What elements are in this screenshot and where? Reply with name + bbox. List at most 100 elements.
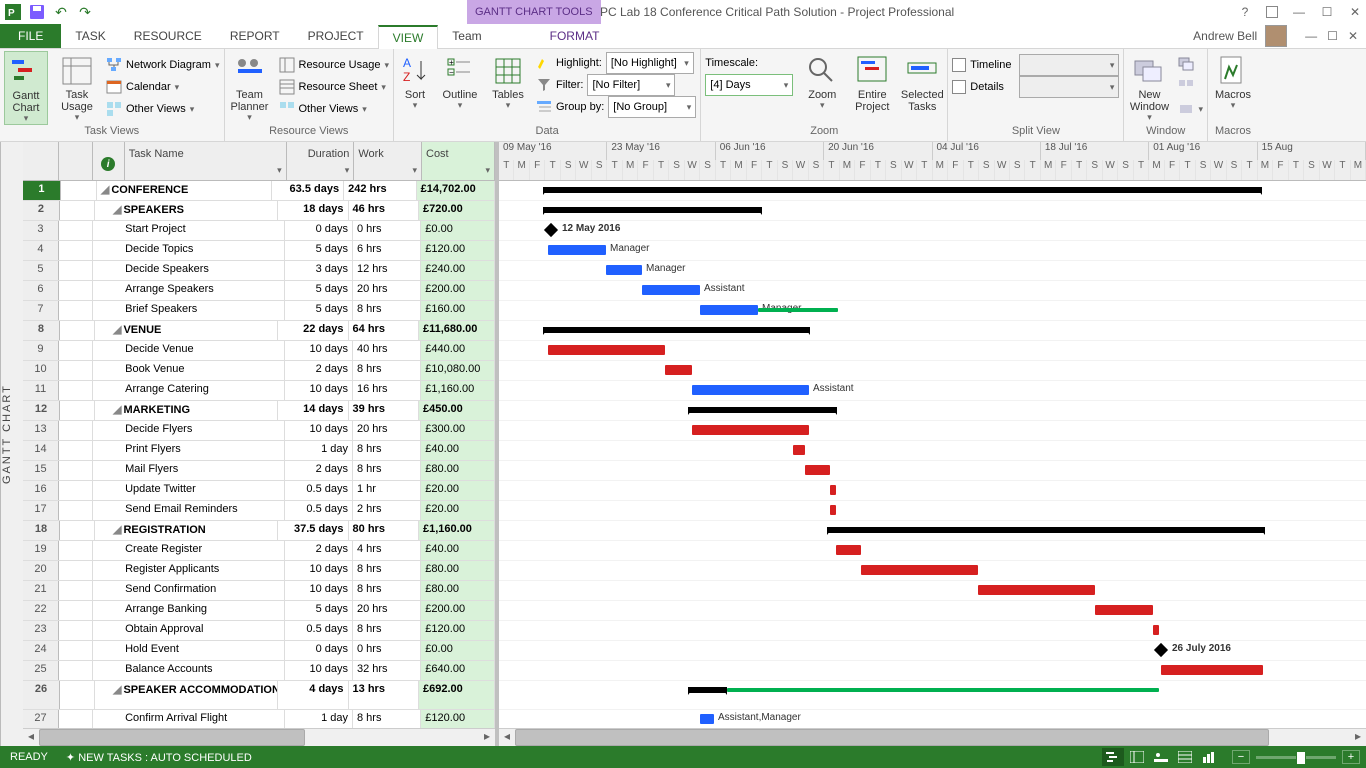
team-planner-button[interactable]: Team Planner▾ bbox=[229, 51, 271, 123]
gantt-row[interactable] bbox=[499, 541, 1366, 561]
cost-cell[interactable]: £1,160.00 bbox=[421, 381, 495, 400]
row-number[interactable]: 2 bbox=[23, 201, 60, 220]
task-bar[interactable] bbox=[548, 345, 665, 355]
gantt-row[interactable]: Assistant bbox=[499, 281, 1366, 301]
gantt-row[interactable] bbox=[499, 561, 1366, 581]
task-mode-cell[interactable] bbox=[59, 221, 93, 240]
summary-bar[interactable] bbox=[543, 187, 1262, 193]
groupby-dropdown[interactable]: [No Group]▾ bbox=[608, 96, 696, 118]
work-cell[interactable]: 40 hrs bbox=[353, 341, 421, 360]
task-mode-cell[interactable] bbox=[59, 441, 93, 460]
close-icon[interactable]: ✕ bbox=[1348, 5, 1362, 19]
task-name-cell[interactable]: Register Applicants bbox=[93, 561, 285, 580]
tab-format[interactable]: FORMAT bbox=[536, 24, 614, 48]
table-row[interactable]: 22Arrange Banking5 days20 hrs£200.00 bbox=[23, 601, 495, 621]
task-name-cell[interactable]: Create Register bbox=[93, 541, 285, 560]
table-row[interactable]: 14Print Flyers1 day8 hrs£40.00 bbox=[23, 441, 495, 461]
cost-cell[interactable]: £240.00 bbox=[421, 261, 495, 280]
work-cell[interactable]: 46 hrs bbox=[349, 201, 419, 220]
task-name-cell[interactable]: Brief Speakers bbox=[93, 301, 285, 320]
gantt-row[interactable] bbox=[499, 621, 1366, 641]
task-mode-cell[interactable] bbox=[59, 481, 93, 500]
table-row[interactable]: 19Create Register2 days4 hrs£40.00 bbox=[23, 541, 495, 561]
task-bar[interactable] bbox=[700, 714, 714, 724]
mdi-close-icon[interactable]: ✕ bbox=[1348, 29, 1358, 43]
cost-cell[interactable]: £40.00 bbox=[421, 441, 495, 460]
work-cell[interactable]: 8 hrs bbox=[353, 561, 421, 580]
duration-cell[interactable]: 14 days bbox=[278, 401, 348, 420]
task-name-cell[interactable]: Decide Topics bbox=[93, 241, 285, 260]
gantt-row[interactable] bbox=[499, 461, 1366, 481]
table-row[interactable]: 1◢CONFERENCE63.5 days242 hrs£14,702.00 bbox=[23, 181, 495, 201]
tab-project[interactable]: PROJECT bbox=[294, 24, 378, 48]
other-views-2-button[interactable]: Other Views▾ bbox=[279, 99, 389, 119]
summary-bar[interactable] bbox=[688, 687, 727, 693]
work-cell[interactable]: 39 hrs bbox=[349, 401, 419, 420]
gantt-row[interactable] bbox=[499, 521, 1366, 541]
calendar-button[interactable]: Calendar▾ bbox=[106, 77, 220, 97]
duration-cell[interactable]: 10 days bbox=[285, 661, 353, 680]
work-cell[interactable]: 64 hrs bbox=[349, 321, 419, 340]
task-usage-button[interactable]: Task Usage▾ bbox=[56, 51, 98, 123]
work-cell[interactable]: 13 hrs bbox=[349, 681, 419, 709]
view-resource-sheet-icon[interactable] bbox=[1174, 748, 1196, 766]
avatar[interactable] bbox=[1265, 25, 1287, 47]
filter-dropdown[interactable]: [No Filter]▾ bbox=[587, 74, 675, 96]
task-name-cell[interactable]: Update Twitter bbox=[93, 481, 285, 500]
tab-view[interactable]: VIEW bbox=[378, 25, 439, 49]
duration-cell[interactable]: 1 day bbox=[285, 710, 353, 728]
table-row[interactable]: 2◢SPEAKERS18 days46 hrs£720.00 bbox=[23, 201, 495, 221]
task-bar[interactable] bbox=[700, 305, 758, 315]
table-row[interactable]: 26◢SPEAKER ACCOMMODATION4 days13 hrs£692… bbox=[23, 681, 495, 710]
duration-cell[interactable]: 5 days bbox=[285, 301, 353, 320]
duration-cell[interactable]: 5 days bbox=[285, 601, 353, 620]
milestone[interactable] bbox=[1154, 643, 1168, 657]
row-number[interactable]: 27 bbox=[23, 710, 59, 728]
header-cost[interactable]: Cost▾ bbox=[422, 142, 495, 180]
row-number[interactable]: 26 bbox=[23, 681, 60, 709]
entire-project-button[interactable]: Entire Project bbox=[851, 51, 893, 113]
ribbon-display-icon[interactable] bbox=[1266, 6, 1278, 18]
task-mode-cell[interactable] bbox=[59, 561, 93, 580]
work-cell[interactable]: 0 hrs bbox=[353, 641, 421, 660]
duration-cell[interactable]: 2 days bbox=[285, 361, 353, 380]
task-name-cell[interactable]: Decide Flyers bbox=[93, 421, 285, 440]
duration-cell[interactable]: 5 days bbox=[285, 241, 353, 260]
task-mode-cell[interactable] bbox=[59, 541, 93, 560]
duration-cell[interactable]: 0.5 days bbox=[285, 481, 353, 500]
table-row[interactable]: 21Send Confirmation10 days8 hrs£80.00 bbox=[23, 581, 495, 601]
row-number[interactable]: 13 bbox=[23, 421, 59, 440]
gantt-row[interactable] bbox=[499, 341, 1366, 361]
task-name-cell[interactable]: Balance Accounts bbox=[93, 661, 285, 680]
task-mode-cell[interactable] bbox=[61, 181, 97, 200]
task-name-cell[interactable]: Arrange Catering bbox=[93, 381, 285, 400]
view-gantt-icon[interactable] bbox=[1102, 748, 1124, 766]
selected-tasks-button[interactable]: Selected Tasks bbox=[901, 51, 943, 113]
gantt-hscroll[interactable]: ◂▸ bbox=[499, 728, 1366, 746]
row-number[interactable]: 5 bbox=[23, 261, 59, 280]
gantt-row[interactable] bbox=[499, 441, 1366, 461]
cost-cell[interactable]: £14,702.00 bbox=[417, 181, 495, 200]
outline-button[interactable]: +− Outline▾ bbox=[440, 51, 480, 111]
timescale-dropdown[interactable]: [4] Days▾ bbox=[705, 74, 793, 96]
table-row[interactable]: 23Obtain Approval0.5 days8 hrs£120.00 bbox=[23, 621, 495, 641]
row-number[interactable]: 24 bbox=[23, 641, 59, 660]
task-bar[interactable] bbox=[1095, 605, 1153, 615]
gantt-row[interactable] bbox=[499, 581, 1366, 601]
cost-cell[interactable]: £450.00 bbox=[419, 401, 495, 420]
hide-button[interactable]: ▾ bbox=[1178, 99, 1203, 119]
table-row[interactable]: 16Update Twitter0.5 days1 hr£20.00 bbox=[23, 481, 495, 501]
task-mode-cell[interactable] bbox=[59, 501, 93, 520]
duration-cell[interactable]: 2 days bbox=[285, 461, 353, 480]
cost-cell[interactable]: £440.00 bbox=[421, 341, 495, 360]
task-bar[interactable] bbox=[1153, 625, 1159, 635]
row-number[interactable]: 23 bbox=[23, 621, 59, 640]
row-number[interactable]: 19 bbox=[23, 541, 59, 560]
row-number[interactable]: 15 bbox=[23, 461, 59, 480]
redo-icon[interactable]: ↷ bbox=[76, 3, 94, 21]
minimize-icon[interactable]: — bbox=[1292, 5, 1306, 19]
details-checkbox[interactable]: Details bbox=[952, 77, 1011, 97]
tab-file[interactable]: FILE bbox=[0, 24, 61, 48]
gantt-row[interactable]: 12 May 2016 bbox=[499, 221, 1366, 241]
cost-cell[interactable]: £692.00 bbox=[419, 681, 495, 709]
